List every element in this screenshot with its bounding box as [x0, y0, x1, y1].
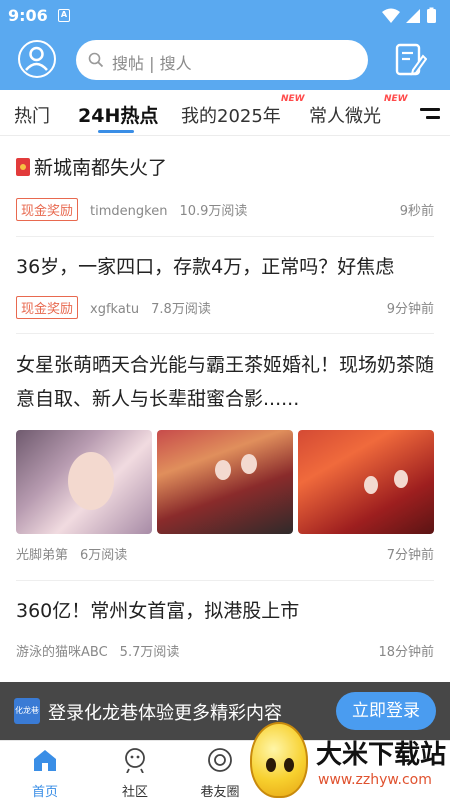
post-author: 游泳的猫咪ABC	[16, 645, 108, 660]
post-reads: 5.7万阅读	[119, 645, 180, 660]
new-badge: NEW	[281, 94, 305, 104]
nav-label: 首页	[31, 785, 58, 800]
user-icon	[25, 46, 48, 71]
compose-button[interactable]	[393, 42, 428, 78]
divider	[16, 236, 434, 237]
tab-hot[interactable]: 热门	[14, 102, 50, 128]
search-icon	[88, 52, 104, 68]
post-title-row: 新城南都失火了	[16, 152, 434, 184]
post-title: 360亿！常州女首富，拟港股上市	[16, 600, 300, 622]
post-image[interactable]	[157, 430, 293, 534]
cash-reward-tag: 现金奖励	[16, 198, 79, 221]
divider	[16, 333, 434, 334]
wifi-icon	[382, 8, 400, 23]
post-author: xgfkatu	[90, 302, 140, 317]
notification-icon: A	[58, 9, 70, 22]
post-meta: 光脚弟第 6万阅读	[16, 544, 139, 563]
menu-icon	[420, 108, 440, 111]
nav-label: 社区	[121, 785, 148, 800]
circle-icon	[208, 748, 232, 772]
nav-home[interactable]: 首页	[15, 747, 75, 800]
tab-ordinary-light[interactable]: 常人微光	[309, 102, 381, 128]
post-author: 光脚弟第	[16, 548, 69, 563]
status-time: 9:06	[8, 6, 48, 25]
app-logo: 化龙巷	[14, 698, 40, 724]
post-reads: 7.8万阅读	[151, 302, 211, 317]
post-title: 新城南都失火了	[34, 157, 168, 179]
post-meta: 现金奖励 xgfkatu 7.8万阅读	[16, 296, 223, 319]
search-placeholder: 搜帖 | 搜人	[112, 54, 192, 73]
nav-label: 巷友圈	[200, 785, 240, 800]
signal-icon	[406, 9, 420, 23]
active-tab-indicator	[98, 130, 134, 133]
feed-item[interactable]: 36岁，一家四口，存款4万，正常吗？好焦虑 现金奖励 xgfkatu 7.8万阅读 …	[16, 251, 434, 323]
new-badge: NEW	[384, 94, 408, 104]
watermark: 大米下载站 www.zzhyw.com	[246, 720, 450, 800]
status-bar: 9:06 A	[0, 0, 450, 32]
system-icons	[382, 7, 436, 23]
post-time: 9分钟前	[386, 302, 434, 317]
post-author: timdengken	[90, 204, 168, 219]
category-tabs: 热门 24H热点 我的2025年 NEW 常人微光 NEW	[0, 90, 450, 136]
cash-reward-tag: 现金奖励	[16, 296, 79, 319]
post-time: 9秒前	[399, 204, 434, 219]
post-title: 36岁，一家四口，存款4万，正常吗？好焦虑	[16, 256, 395, 278]
post-meta: 游泳的猫咪ABC 5.7万阅读	[16, 641, 191, 660]
post-meta: 现金奖励 timdengken 10.9万阅读	[16, 198, 259, 221]
search-input[interactable]: 搜帖 | 搜人	[76, 40, 368, 80]
home-icon	[34, 750, 56, 771]
post-image[interactable]	[298, 430, 434, 534]
post-image-gallery	[16, 430, 434, 534]
red-envelope-icon	[16, 158, 30, 176]
tab-24h-hot[interactable]: 24H热点	[78, 101, 158, 128]
app-header: 9:06 A 搜帖 | 搜人	[0, 0, 450, 90]
tab-my-2025[interactable]: 我的2025年	[181, 102, 281, 128]
divider	[16, 580, 434, 581]
tabs-menu-button[interactable]	[420, 106, 444, 122]
edit-note-icon	[395, 43, 428, 76]
mascot-logo	[250, 722, 308, 798]
post-image[interactable]	[16, 430, 152, 534]
watermark-title: 大米下载站	[316, 740, 447, 770]
post-time: 7分钟前	[386, 548, 434, 563]
nav-friends-circle[interactable]: 巷友圈	[190, 747, 250, 800]
post-reads: 6万阅读	[80, 548, 128, 563]
community-icon	[125, 748, 145, 774]
nav-community[interactable]: 社区	[105, 747, 165, 800]
avatar-button[interactable]	[18, 40, 56, 78]
battery-icon	[427, 9, 436, 23]
post-time: 18分钟前	[378, 645, 434, 660]
watermark-url: www.zzhyw.com	[318, 772, 432, 788]
feed-item[interactable]: 新城南都失火了 现金奖励 timdengken 10.9万阅读 9秒前	[16, 152, 434, 224]
post-reads: 10.9万阅读	[179, 204, 248, 219]
post-title: 女星张萌晒天合光能与霸王茶姬婚礼！现场奶茶随意自取、新人与长辈甜蜜合影.....…	[16, 354, 435, 410]
feed-item[interactable]: 360亿！常州女首富，拟港股上市 游泳的猫咪ABC 5.7万阅读 18分钟前	[16, 595, 434, 665]
